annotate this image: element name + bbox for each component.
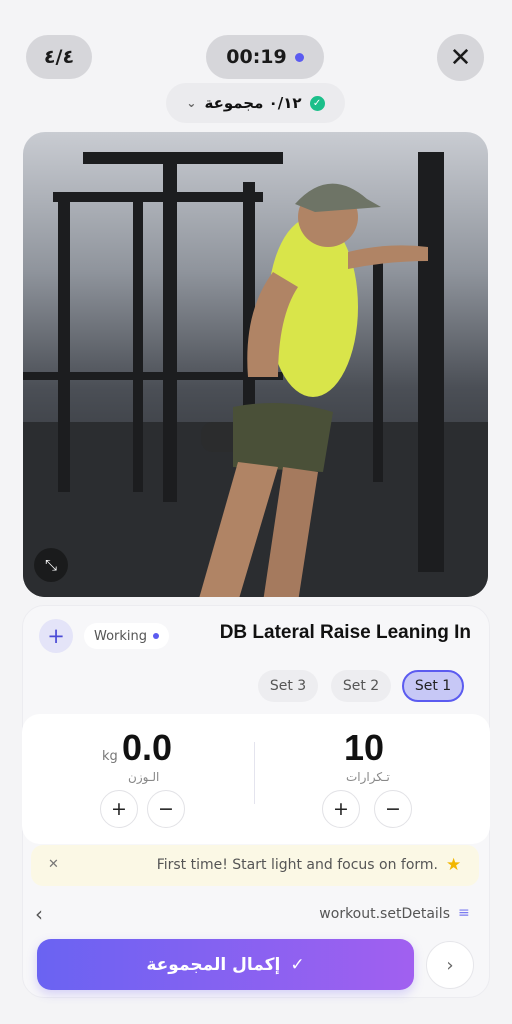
chevron-right-icon: ›: [446, 954, 454, 976]
gym-illustration: [23, 152, 488, 597]
next-button[interactable]: ›: [426, 941, 474, 989]
weight-decrease-button[interactable]: −: [147, 790, 185, 828]
working-dot: [153, 633, 160, 639]
chevron-down-icon: ⌄: [186, 96, 197, 110]
set-tab-label: Set 1: [414, 678, 452, 694]
exercise-photo: [23, 132, 488, 597]
plus-icon: +: [47, 624, 65, 648]
weight-label: الـوزن: [128, 770, 160, 784]
close-icon: ✕: [449, 42, 472, 73]
inputs-divider: [254, 742, 255, 804]
complete-set-label: إكمال المجموعة: [146, 954, 281, 975]
weight-increase-button[interactable]: +: [100, 790, 138, 828]
set-inputs-panel: [22, 714, 490, 844]
working-badge[interactable]: Working: [84, 623, 170, 649]
timer-status-dot: [294, 52, 304, 62]
reps-label: تـكرارات: [346, 770, 390, 784]
plus-icon: +: [333, 798, 349, 820]
expand-icon: ⤡: [44, 556, 57, 574]
plus-icon: +: [111, 798, 127, 820]
working-badge-label: Working: [94, 628, 148, 644]
complete-set-button[interactable]: إكمال المجموعة ✓: [37, 939, 414, 990]
star-icon: ★: [446, 855, 462, 875]
close-button[interactable]: ✕: [437, 34, 484, 81]
timer-pill[interactable]: 00:19: [206, 35, 324, 79]
set-tab-2[interactable]: Set 2: [331, 670, 391, 702]
reps-value[interactable]: 10: [344, 727, 384, 769]
chevron-left-icon[interactable]: ‹: [35, 902, 43, 926]
exercise-counter-pill[interactable]: ٤/٤: [26, 35, 92, 79]
expand-button[interactable]: ⤡: [34, 548, 68, 582]
timer-text: 00:19: [226, 46, 287, 68]
set-tab-label: Set 2: [342, 678, 380, 694]
exercise-counter: ٤/٤: [43, 46, 75, 68]
sets-progress-text: ٠/١٢ مجموعة: [204, 94, 302, 112]
minus-icon: −: [158, 798, 174, 820]
minus-icon: −: [385, 798, 401, 820]
weight-unit: kg: [102, 749, 118, 764]
exercise-title: DB Lateral Raise Leaning In: [219, 622, 471, 643]
reps-increase-button[interactable]: +: [322, 790, 360, 828]
tip-text: First time! Start light and focus on for…: [156, 857, 438, 873]
set-tab-1[interactable]: Set 1: [402, 670, 464, 702]
weight-value[interactable]: 0.0: [122, 727, 172, 769]
set-details-link[interactable]: workout.setDetails: [319, 906, 450, 922]
set-tab-label: Set 3: [269, 678, 307, 694]
sets-progress-dropdown[interactable]: ⌄ ٠/١٢ مجموعة ✓: [166, 83, 345, 123]
check-circle-icon: ✓: [309, 95, 325, 111]
check-icon: ✓: [290, 954, 305, 975]
tip-close-icon[interactable]: ✕: [48, 857, 59, 872]
sliders-icon[interactable]: ≡: [458, 905, 470, 921]
add-button[interactable]: +: [39, 619, 73, 653]
set-tab-3[interactable]: Set 3: [258, 670, 318, 702]
reps-decrease-button[interactable]: −: [374, 790, 412, 828]
